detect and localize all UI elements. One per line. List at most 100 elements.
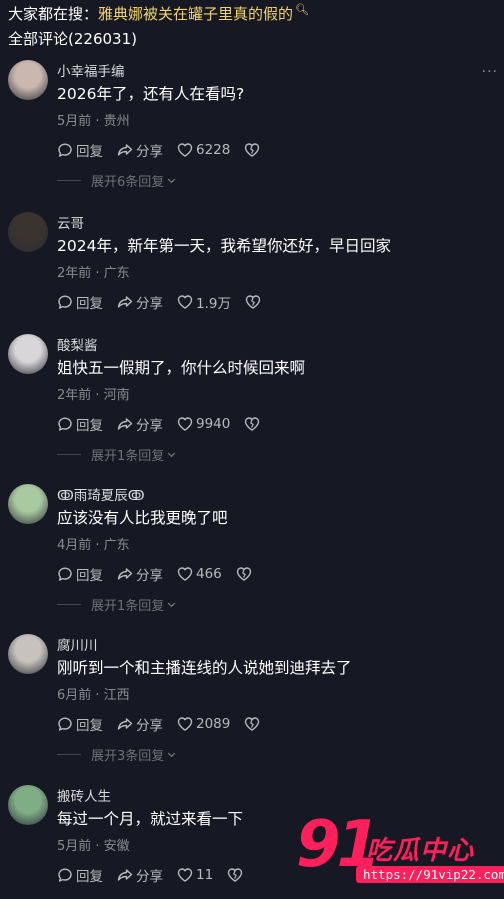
like-count: 6228 <box>196 142 231 158</box>
comment-author[interactable]: 云哥 <box>57 212 84 232</box>
share-label: 分享 <box>136 718 163 734</box>
expand-replies-label: 展开6条回复 <box>91 174 165 190</box>
comment-time-location: 2年前 · 河南 <box>57 388 130 403</box>
share-label: 分享 <box>136 144 163 160</box>
dislike-button[interactable] <box>227 867 243 883</box>
avatar[interactable] <box>8 785 48 825</box>
reply-icon <box>57 416 76 432</box>
comment-author[interactable]: 小幸福手编 <box>57 60 125 80</box>
share-button[interactable]: 分享 <box>117 865 163 885</box>
reply-label: 回复 <box>76 144 103 160</box>
comment-author[interactable]: ↂ雨琦夏辰ↂ <box>57 484 145 504</box>
reply-label: 回复 <box>76 568 103 584</box>
reply-button[interactable]: 回复 <box>57 140 103 160</box>
share-button[interactable]: 分享 <box>117 140 163 160</box>
avatar[interactable] <box>8 634 48 674</box>
comment-actions: 回复 分享 466 <box>57 564 266 584</box>
like-button[interactable]: 466 <box>177 566 222 582</box>
expand-replies-label: 展开1条回复 <box>91 598 165 614</box>
search-suggestion-query[interactable]: 雅典娜被关在罐子里真的假的 <box>98 3 293 24</box>
comments-count: 全部评论(226031) <box>8 30 137 48</box>
share-button[interactable]: 分享 <box>117 292 163 312</box>
comment-text: 姐快五一假期了，你什么时候回来啊 <box>57 359 306 377</box>
comment-actions: 回复 分享 6228 <box>57 140 274 160</box>
comment-time-location: 5月前 · 安徽 <box>57 839 130 854</box>
share-icon <box>117 867 136 883</box>
like-button[interactable]: 6228 <box>177 142 230 158</box>
share-icon <box>117 416 136 432</box>
comment-item: ↂ雨琦夏辰ↂ 应该没有人比我更晚了吧 4月前 · 广东 回复 分享 466 展开1条回复 <box>0 484 504 624</box>
expand-replies-button[interactable]: 展开1条回复 <box>57 596 177 614</box>
watermark-text: 吃瓜中心 <box>366 836 475 866</box>
reply-label: 回复 <box>76 869 103 885</box>
dislike-button[interactable] <box>244 716 260 732</box>
share-button[interactable]: 分享 <box>117 564 163 584</box>
watermark-logo: 91 吃瓜中心 https://91vip22.com <box>296 810 504 890</box>
reply-button[interactable]: 回复 <box>57 292 103 312</box>
expand-replies-button[interactable]: 展开6条回复 <box>57 172 177 190</box>
heart-icon <box>177 294 196 310</box>
avatar[interactable] <box>8 60 48 100</box>
avatar[interactable] <box>8 212 48 252</box>
share-icon <box>117 716 136 732</box>
comment-item: 酸梨酱姐快五一假期了，你什么时候回来啊 2年前 · 河南回复 分享 9940 展开1条回… <box>0 334 504 474</box>
search-suggestion-prefix: 大家都在搜： <box>8 4 99 23</box>
share-button[interactable]: 分享 <box>117 714 163 734</box>
broken-heart-icon <box>244 416 260 432</box>
chevron-down-icon <box>164 175 177 186</box>
dislike-button[interactable] <box>236 566 252 582</box>
heart-icon <box>177 416 196 432</box>
reply-icon <box>57 716 76 732</box>
comment-item: 腐川川 刚听到一个和主播连线的人说她到迪拜去了 6月前 · 江西 回复 分享 2089 展开… <box>0 634 504 774</box>
search-suggestion-bar[interactable]: 大家都在搜： 雅典娜被关在罐子里真的假的 🔍︎ <box>8 0 309 26</box>
avatar[interactable] <box>8 484 48 524</box>
reply-icon <box>57 142 76 158</box>
like-button[interactable]: 1.9万 <box>177 292 231 312</box>
heart-icon <box>177 566 196 582</box>
like-button[interactable]: 11 <box>177 867 213 883</box>
expand-replies-label: 展开3条回复 <box>91 748 165 764</box>
like-count: 466 <box>196 566 222 582</box>
dislike-button[interactable] <box>245 294 261 310</box>
reply-button[interactable]: 回复 <box>57 414 103 434</box>
comment-author[interactable]: 酸梨酱 <box>57 334 98 354</box>
watermark-url: https://91vip22.com <box>356 866 504 883</box>
heart-icon <box>177 142 196 158</box>
comment-text: 应该没有人比我更晚了吧 <box>57 509 228 527</box>
dislike-button[interactable] <box>244 416 260 432</box>
broken-heart-icon <box>244 716 260 732</box>
share-label: 分享 <box>136 418 163 434</box>
comment-actions: 回复 分享 9940 <box>57 414 274 434</box>
expand-replies-label: 展开1条回复 <box>91 448 165 464</box>
like-button[interactable]: 9940 <box>177 416 230 432</box>
reply-button[interactable]: 回复 <box>57 714 103 734</box>
broken-heart-icon <box>245 294 261 310</box>
like-button[interactable]: 2089 <box>177 716 230 732</box>
comment-author[interactable]: 搬砖人生 <box>57 785 111 805</box>
expand-replies-button[interactable]: 展开3条回复 <box>57 746 177 764</box>
comment-item: 云哥 2024年，新年第一天，我希望你还好，早日回家 2年前 · 广东 回复 分享 1.9… <box>0 212 504 352</box>
like-count: 11 <box>196 867 214 883</box>
comment-time-location: 5月前 · 贵州 <box>57 114 130 129</box>
share-icon <box>117 142 136 158</box>
chevron-down-icon <box>164 749 177 760</box>
search-icon: 🔍︎ <box>295 2 309 16</box>
broken-heart-icon <box>244 142 260 158</box>
comment-text: 刚听到一个和主播连线的人说她到迪拜去了 <box>57 659 352 677</box>
like-count: 1.9万 <box>196 296 231 312</box>
share-label: 分享 <box>136 568 163 584</box>
comment-author[interactable]: 腐川川 <box>57 634 98 654</box>
broken-heart-icon <box>227 867 243 883</box>
reply-icon <box>57 566 76 582</box>
divider-line <box>57 603 81 605</box>
reply-button[interactable]: 回复 <box>57 564 103 584</box>
reply-button[interactable]: 回复 <box>57 865 103 885</box>
dislike-button[interactable] <box>244 142 260 158</box>
avatar[interactable] <box>8 334 48 374</box>
expand-replies-button[interactable]: 展开1条回复 <box>57 446 177 464</box>
reply-icon <box>57 867 76 883</box>
comment-text: 2026年了，还有人在看吗? <box>57 85 245 103</box>
like-count: 2089 <box>196 716 231 732</box>
comment-text: 2024年，新年第一天，我希望你还好，早日回家 <box>57 237 391 255</box>
share-button[interactable]: 分享 <box>117 414 163 434</box>
